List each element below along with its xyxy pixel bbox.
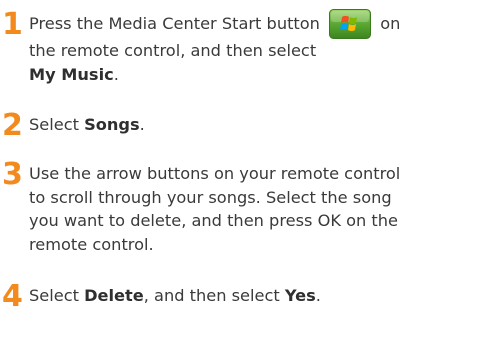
step-3-line-3: you want to delete, and then press OK on… <box>29 211 398 230</box>
step-4-text-mid: , and then select <box>143 286 285 305</box>
step-text: Use the arrow buttons on your remote con… <box>29 162 497 256</box>
instruction-steps: 1 Press the Media Center Start button on… <box>0 0 499 339</box>
step-text: Select Songs. <box>29 113 497 137</box>
step-number: 4 <box>2 279 23 314</box>
step-1-line-3: My Music. <box>29 63 497 87</box>
delete-label: Delete <box>84 286 144 305</box>
step-3-line-4: remote control. <box>29 234 154 254</box>
step-1-text-after-icon: on <box>380 14 401 33</box>
yes-label: Yes <box>284 286 316 305</box>
step-3-line-2: to scroll through your songs. Select the… <box>29 187 392 207</box>
songs-label: Songs <box>84 115 140 134</box>
punctuation: . <box>315 286 321 305</box>
step-2-text: Select <box>29 115 85 134</box>
step-text: Select Delete, and then select Yes. <box>29 284 497 308</box>
step-number: 1 <box>2 7 23 42</box>
my-music-label: My Music <box>29 64 114 84</box>
step-1-line-1: Press the Media Center Start button on <box>29 9 497 39</box>
step-4-text: Select <box>29 286 85 305</box>
step-3-line-1: Use the arrow buttons on your remote con… <box>29 164 401 183</box>
step-1-text-before-icon: Press the Media Center Start button <box>29 14 320 33</box>
step-text: Press the Media Center Start button on t… <box>29 9 497 87</box>
step-number: 3 <box>2 157 23 192</box>
step-number: 2 <box>2 108 23 143</box>
punctuation: . <box>113 64 119 84</box>
windows-start-button-icon <box>329 9 372 39</box>
punctuation: . <box>139 115 145 134</box>
step-1-line-2: the remote control, and then select <box>29 41 317 60</box>
